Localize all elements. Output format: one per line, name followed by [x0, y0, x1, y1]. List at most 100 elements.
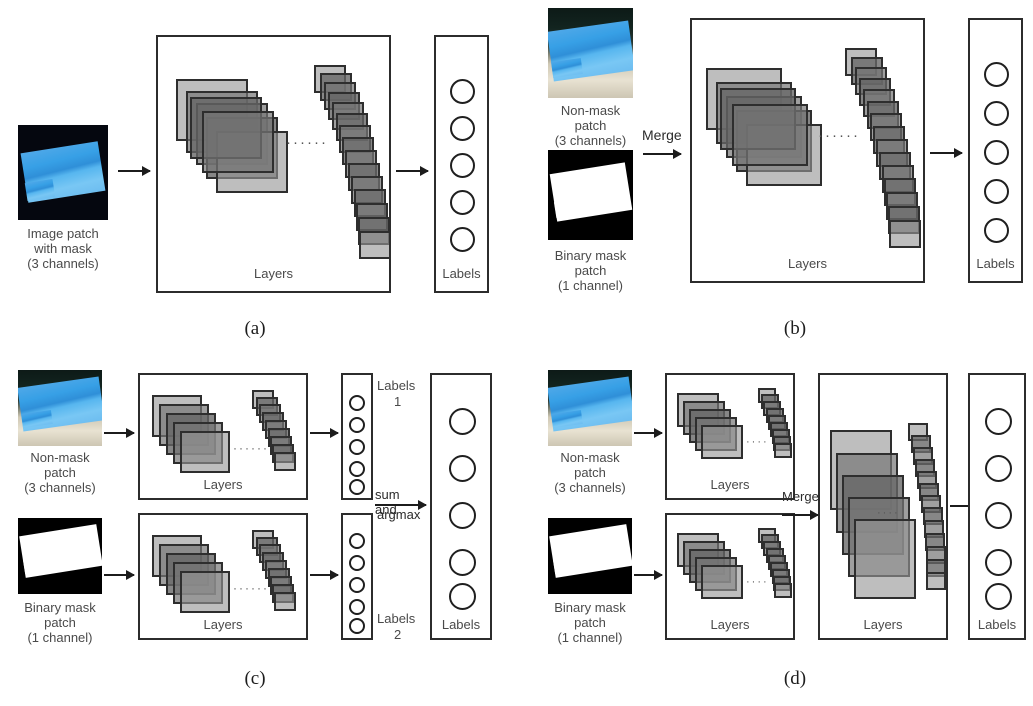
label-circle [349, 599, 365, 615]
panel-c-input1-caption-line2: patch [44, 465, 76, 480]
layer-plate [774, 583, 792, 598]
panel-d-input2-caption-line2: patch [574, 615, 606, 630]
panel-a-input-image-patch [18, 125, 108, 220]
label-circle [449, 408, 476, 435]
panel-c-input1-caption-line1: Non-mask [30, 450, 90, 465]
label-circle [349, 577, 365, 593]
panel-d-merge-arrow [782, 514, 818, 516]
layer-plate [926, 572, 946, 590]
panel-c-input-binary-mask-patch [18, 518, 102, 594]
panel-c-layers-label-top: Layers [203, 477, 243, 492]
panel-c-labels2-box [341, 513, 373, 640]
panel-c-final-labels-label: Labels [441, 617, 481, 632]
layer-plate [359, 231, 391, 259]
label-circle [985, 455, 1012, 482]
label-circle [984, 140, 1009, 165]
layer-plate [701, 565, 743, 599]
panel-b-caption: (b) [783, 318, 807, 339]
panel-c-input2-caption-line3: (1 channel) [27, 630, 93, 645]
panel-a-layers-ellipsis: ······ [286, 134, 328, 151]
panel-b-arrow-layers-to-labels [930, 152, 962, 154]
label-circle [349, 533, 365, 549]
panel-d-labels-label: Labels [977, 617, 1017, 632]
panel-a-labels-box: Labels [434, 35, 489, 293]
panel-d-caption: (d) [783, 668, 807, 689]
panel-c-arrow-top-layers-to-labels1 [310, 432, 338, 434]
panel-b-layers-label: Layers [787, 256, 828, 271]
panel-b-merge-arrow [643, 153, 681, 155]
layer-plate [274, 452, 296, 471]
label-circle [349, 618, 365, 634]
label-circle [985, 583, 1012, 610]
panel-d-bottom-ellipsis: ···· [746, 576, 769, 588]
panel-a-arrow-layers-to-labels [396, 170, 428, 172]
panel-b-input1-caption-line1: Non-mask [560, 103, 621, 118]
label-circle [449, 549, 476, 576]
panel-c-labels1-label: Labels [377, 378, 416, 393]
label-circle [349, 439, 365, 455]
panel-a-caption: (a) [244, 318, 266, 339]
panel-b-input2-caption-line1: Binary mask [554, 248, 627, 263]
label-circle [349, 417, 365, 433]
panel-a-labels-label: Labels [442, 266, 481, 281]
panel-c-labels2-sublabel: 2 [394, 627, 402, 642]
panel-d-input1-caption-line1: Non-mask [560, 450, 620, 465]
label-circle [449, 583, 476, 610]
panel-a-layers-label: Layers [253, 266, 294, 281]
panel-b-input2-caption-line3: (1 channel) [557, 278, 624, 293]
layer-plate [180, 431, 230, 473]
panel-d-labels-box: Labels [968, 373, 1026, 640]
panel-d-input1-caption-line3: (3 channels) [554, 480, 626, 495]
label-circle [449, 455, 476, 482]
label-circle [985, 549, 1012, 576]
layer-plate [202, 111, 274, 173]
panel-c-bottom-ellipsis: ······ [233, 581, 269, 595]
panel-d-merge-label: Merge [782, 489, 819, 504]
label-circle [984, 62, 1009, 87]
label-circle [450, 79, 475, 104]
layer-plate [274, 592, 296, 611]
panel-b-layers-box: ······ Layers [690, 18, 925, 283]
panel-d-input-binary-mask-patch [548, 518, 632, 594]
panel-d-arrow-input2-to-layers [634, 574, 662, 576]
panel-c-top-ellipsis: ······ [233, 441, 269, 455]
panel-b-input1-caption-line3: (3 channels) [554, 133, 627, 148]
panel-d-layers-label-merged: Layers [863, 617, 903, 632]
panel-c-layers-box-top: ······ Layers [138, 373, 308, 500]
panel-d-layers-label-bottom: Layers [710, 617, 750, 632]
label-circle [349, 479, 365, 495]
panel-b-input-binary-mask-patch [548, 150, 633, 240]
label-circle [984, 179, 1009, 204]
panel-c-fusion-arrow [375, 504, 426, 506]
panel-c-final-labels-box: Labels [430, 373, 492, 640]
label-circle [985, 408, 1012, 435]
panel-c-labels2-label: Labels [377, 611, 416, 626]
panel-b-merge-label: Merge [642, 127, 682, 143]
panel-d-layers-box-top: ···· Layers [665, 373, 795, 500]
panel-c-input2-caption-line1: Binary mask [24, 600, 96, 615]
panel-d-input2-caption-line3: (1 channel) [557, 630, 623, 645]
panel-d-arrow-input1-to-layers [634, 432, 662, 434]
panel-d-top-ellipsis: ···· [746, 436, 769, 448]
panel-b-input1-caption-line2: patch [574, 118, 607, 133]
panel-c-input2-caption-line2: patch [44, 615, 76, 630]
panel-a-layers-box: ······ Layers [156, 35, 391, 293]
panel-c-input-non-mask-patch [18, 370, 102, 446]
panel-b-labels-label: Labels [976, 256, 1015, 271]
panel-c-fusion-argmax-label: argmax [377, 507, 421, 522]
panel-d-layers-box-bottom: ···· Layers [665, 513, 795, 640]
panel-c-layers-label-bottom: Layers [203, 617, 243, 632]
label-circle [450, 153, 475, 178]
panel-d-layers-label-top: Layers [710, 477, 750, 492]
panel-b-layers-ellipsis: ······ [818, 127, 860, 144]
panel-b-input2-caption-line2: patch [574, 263, 607, 278]
layer-plate [854, 519, 916, 599]
panel-c-input1-caption-line3: (3 channels) [24, 480, 96, 495]
label-circle [450, 190, 475, 215]
panel-a-input-caption-line2: with mask [34, 241, 92, 256]
panel-d-merged-ellipsis: ···· [877, 507, 900, 519]
panel-d-input1-caption-line2: patch [574, 465, 606, 480]
layer-plate [889, 220, 921, 248]
panel-a-arrow-input-to-layers [118, 170, 150, 172]
panel-d-input-non-mask-patch [548, 370, 632, 446]
